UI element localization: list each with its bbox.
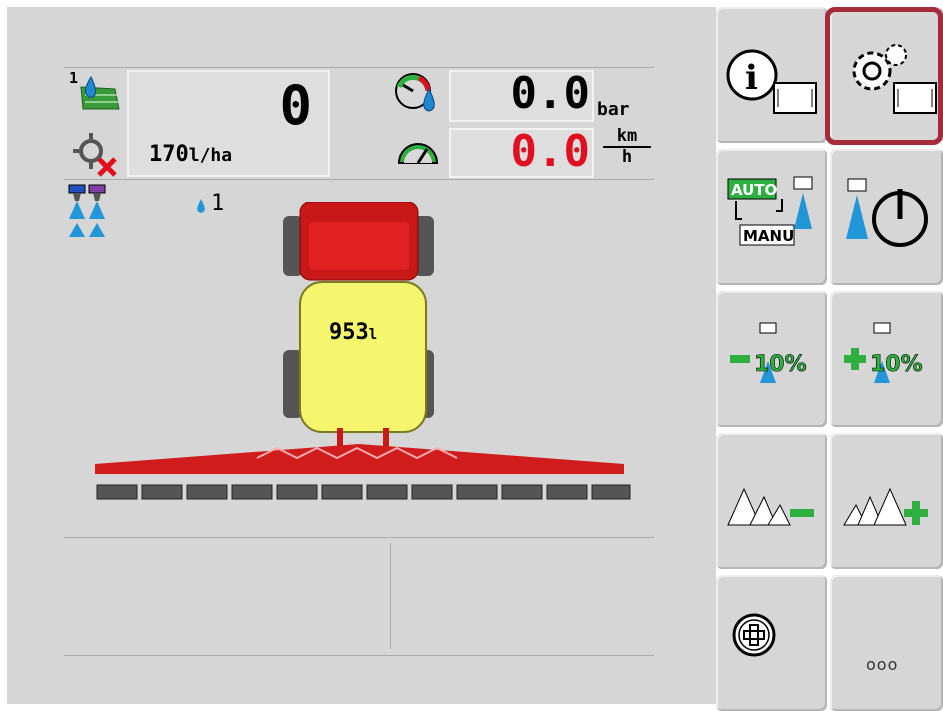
spray-on-off-button[interactable] <box>830 149 943 285</box>
svg-text:i: i <box>745 58 758 98</box>
target-rate-value: 170 <box>149 142 189 167</box>
target-rate-unit: l/ha <box>188 145 233 166</box>
target-rate: 170l/ha <box>149 142 232 167</box>
boom-raise-button[interactable] <box>830 433 943 569</box>
speedometer-icon <box>395 133 441 169</box>
auto-manual-icon: AUTO MANU <box>727 176 813 246</box>
info-button[interactable]: i <box>716 7 827 143</box>
add-button[interactable] <box>716 575 827 711</box>
field-counter-number: 1 <box>69 69 78 87</box>
speed-value: 0.0 <box>510 126 590 177</box>
tank-level-unit: l <box>368 327 378 343</box>
boom-lower-button[interactable] <box>716 433 827 569</box>
pressure-value: 0.0 <box>510 68 590 119</box>
gps-off-icon <box>69 125 125 177</box>
sprayer-graphic: 953l <box>87 201 632 502</box>
boom-height-minus-icon <box>727 487 814 526</box>
speed-unit-bottom: h <box>603 146 651 167</box>
pressure-box: 0.0 <box>449 68 594 122</box>
divider <box>64 537 654 538</box>
plus-percent-icon: 10% <box>844 322 923 383</box>
auto-manual-button[interactable]: AUTO MANU <box>716 149 827 285</box>
tank-level: 953l <box>329 320 377 345</box>
divider <box>390 543 391 649</box>
plus-circle-icon <box>732 613 776 657</box>
more-label: ooo <box>866 655 899 674</box>
svg-text:AUTO: AUTO <box>731 181 777 199</box>
work-screen: 1 0 170l/ha 0.0 bar 0.0 km h 1 953l <box>7 7 716 704</box>
info-icon: i <box>726 49 817 114</box>
divider <box>64 179 654 180</box>
more-button[interactable]: ooo <box>830 575 943 711</box>
settings-highlight-frame <box>825 7 943 145</box>
svg-text:MANU: MANU <box>743 227 794 245</box>
applied-volume-box: 0 170l/ha <box>127 70 330 177</box>
rate-minus-button[interactable]: 10% <box>716 291 827 427</box>
speed-unit-top: km <box>616 126 638 146</box>
rate-plus-button[interactable]: 10% <box>830 291 943 427</box>
speed-box: 0.0 <box>449 126 594 178</box>
svg-text:10%: 10% <box>754 352 807 377</box>
divider <box>64 655 654 656</box>
field-counter-icon: 1 <box>67 69 127 114</box>
minus-percent-icon: 10% <box>730 322 807 383</box>
pressure-unit: bar <box>597 99 630 120</box>
tank-level-value: 953 <box>329 320 369 345</box>
terminal-screen: 1 0 170l/ha 0.0 bar 0.0 km h 1 953l i AU… <box>0 0 943 711</box>
applied-volume: 0 <box>279 74 312 137</box>
svg-text:10%: 10% <box>870 352 923 377</box>
pressure-gauge-icon <box>393 69 443 115</box>
power-icon <box>846 178 928 247</box>
speed-unit: km h <box>603 127 651 167</box>
boom-height-plus-icon <box>843 487 928 526</box>
